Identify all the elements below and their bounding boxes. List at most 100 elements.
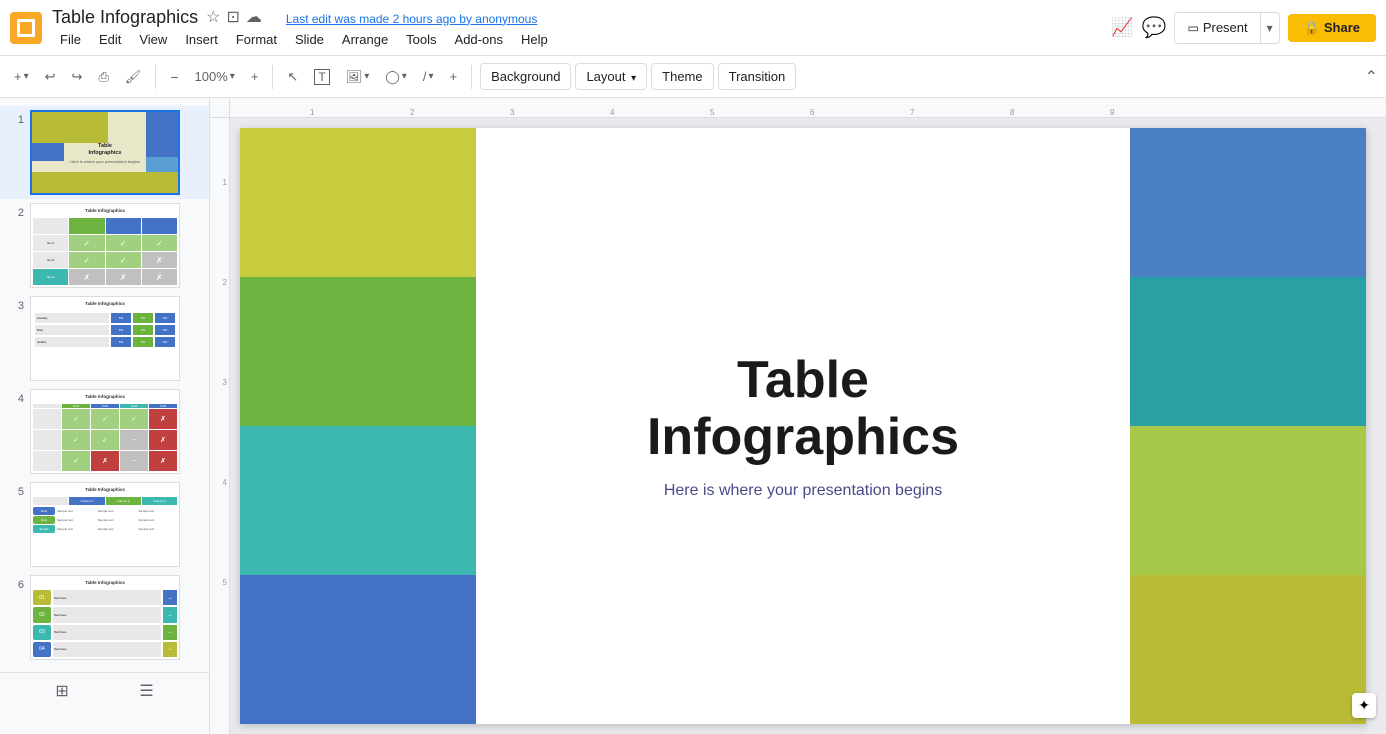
canvas-area: 1 2 3 4 5 6 7 8 9 1 2 3 4 5 <box>210 98 1386 734</box>
ruler-mark-7: 7 <box>910 108 914 117</box>
menu-file[interactable]: File <box>52 30 89 49</box>
color-block-teal <box>240 426 476 575</box>
background-button[interactable]: Background <box>480 63 571 90</box>
color-block-yellow-green <box>240 128 476 277</box>
slide-item-3[interactable]: 3 Table Infographics Literacy 5% 5% 5% R… <box>0 292 209 385</box>
comment-tool[interactable]: + <box>443 65 463 88</box>
app-icon-inner <box>17 19 35 37</box>
top-right-actions: 📈 💬 ▭ Present ▾ 🔒 Share <box>1111 12 1376 44</box>
slide-center: Table Infographics Here is where your pr… <box>476 128 1129 724</box>
ruler-mark-5: 5 <box>710 108 714 117</box>
print-button[interactable]: ⎙ <box>92 65 114 89</box>
shape-tool[interactable]: ◯ ▾ <box>379 65 413 89</box>
slide-left-column <box>240 128 476 724</box>
undo-button[interactable]: ↩ <box>39 65 62 89</box>
collapse-btn[interactable]: ⌃ <box>1365 67 1378 87</box>
image-tool[interactable]: 🖼 ▾ <box>340 65 376 89</box>
menu-format[interactable]: Format <box>228 30 285 49</box>
trend-icon[interactable]: 📈 <box>1111 17 1133 38</box>
slide-item-1[interactable]: 1 TableInfographics Here is where your p… <box>0 106 209 199</box>
line-icon: / <box>423 69 427 84</box>
paint-icon: 🖌 <box>125 69 142 85</box>
slide-num-3: 3 <box>8 296 24 312</box>
redo-button[interactable]: ↪ <box>66 65 89 89</box>
slide-item-2[interactable]: 2 Table Infographics Item1 ✓ ✓ ✓ Item2 ✓… <box>0 199 209 292</box>
slide-num-4: 4 <box>8 389 24 405</box>
color-block-green <box>240 277 476 426</box>
shape-icon: ◯ <box>385 69 400 85</box>
slide-item-4[interactable]: 4 Table Infographics Col1 Col2 Col3 Col4… <box>0 385 209 478</box>
menu-slide[interactable]: Slide <box>287 30 332 49</box>
color-block-light-green <box>1130 426 1366 575</box>
paint-button[interactable]: 🖌 <box>119 65 148 89</box>
slide-num-5: 5 <box>8 482 24 498</box>
text-icon: T <box>314 69 329 85</box>
image-icon: 🖼 <box>346 69 363 85</box>
slide-panel: 1 TableInfographics Here is where your p… <box>0 98 210 734</box>
zoom-out-icon: − <box>170 69 178 85</box>
menu-insert[interactable]: Insert <box>177 30 226 49</box>
slide-thumb-2: Table Infographics Item1 ✓ ✓ ✓ Item2 ✓ ✓… <box>30 203 180 288</box>
color-block-blue <box>240 575 476 724</box>
list-view-icon[interactable]: ☰ <box>139 681 153 701</box>
menu-help[interactable]: Help <box>513 30 556 49</box>
slide-nav-bottom: ⊞ ☰ <box>0 672 209 708</box>
zoom-value[interactable]: 100% ▾ <box>189 65 241 88</box>
transition-button[interactable]: Transition <box>718 63 797 90</box>
share-button[interactable]: 🔒 Share <box>1288 14 1376 42</box>
folder-icon[interactable]: ⊡ <box>226 7 239 27</box>
slide-item-5[interactable]: 5 Table Infographics Column 1 Column 2 C… <box>0 478 209 571</box>
slide-item-6[interactable]: 6 Table Infographics 01 Text here → 02 T… <box>0 571 209 664</box>
ruler-mark-4: 4 <box>610 108 614 117</box>
doc-title[interactable]: Table Infographics <box>52 7 198 28</box>
present-main[interactable]: ▭ Present <box>1175 13 1260 43</box>
ruler-top: 1 2 3 4 5 6 7 8 9 <box>230 98 1386 118</box>
add-button[interactable]: + ▾ <box>8 65 35 88</box>
text-tool[interactable]: T <box>308 65 335 89</box>
ruler-mark-8: 8 <box>1010 108 1014 117</box>
theme-button[interactable]: Theme <box>651 63 713 90</box>
zoom-control[interactable]: − <box>164 65 184 89</box>
slide-thumb-6: Table Infographics 01 Text here → 02 Tex… <box>30 575 180 660</box>
color-block-olive <box>1130 575 1366 724</box>
layout-label: Layout <box>586 69 625 84</box>
menu-view[interactable]: View <box>131 30 175 49</box>
menu-bar: File Edit View Insert Format Slide Arran… <box>52 30 1111 49</box>
grid-view-icon[interactable]: ⊞ <box>55 681 68 701</box>
slide-right-column <box>1130 128 1366 724</box>
toolbar: + ▾ ↩ ↪ ⎙ 🖌 − 100% ▾ + ↖ T 🖼 ▾ ◯ ▾ / ▾ + <box>0 56 1386 98</box>
slide-thumb-4: Table Infographics Col1 Col2 Col3 Col4 ✓… <box>30 389 180 474</box>
ruler-mark-v5: 5 <box>223 578 227 587</box>
image-arrow: ▾ <box>364 71 369 82</box>
add-arrow: ▾ <box>24 71 29 82</box>
ruler-mark-2: 2 <box>410 108 414 117</box>
zoom-in-button[interactable]: + <box>245 65 265 88</box>
line-tool[interactable]: / ▾ <box>417 65 440 88</box>
present-button[interactable]: ▭ Present ▾ <box>1174 12 1279 44</box>
color-block-dark-teal <box>1130 277 1366 426</box>
layout-control[interactable]: Layout ▾ <box>575 63 647 90</box>
print-icon: ⎙ <box>98 69 108 85</box>
last-edit: Last edit was made 2 hours ago by anonym… <box>286 12 537 28</box>
star-icon[interactable]: ☆ <box>206 7 220 27</box>
title-icons: ☆ ⊡ ☁ <box>206 7 262 27</box>
present-arrow[interactable]: ▾ <box>1261 13 1279 43</box>
menu-arrange[interactable]: Arrange <box>334 30 396 49</box>
title-area: Table Infographics ☆ ⊡ ☁ Last edit was m… <box>52 7 1111 49</box>
ruler-mark-v3: 3 <box>223 378 227 387</box>
layout-button[interactable]: Layout ▾ <box>575 63 647 90</box>
menu-addons[interactable]: Add-ons <box>447 30 511 49</box>
main-area: 1 TableInfographics Here is where your p… <box>0 98 1386 734</box>
zoom-label: 100% <box>195 69 228 84</box>
zoom-to-fit-button[interactable]: ✦ <box>1352 693 1376 718</box>
slide-thumb-3: Table Infographics Literacy 5% 5% 5% Ric… <box>30 296 180 381</box>
slide-num-1: 1 <box>8 110 24 126</box>
cloud-icon[interactable]: ☁ <box>246 7 262 27</box>
title-row: Table Infographics ☆ ⊡ ☁ Last edit was m… <box>52 7 1111 28</box>
ruler-left: 1 2 3 4 5 <box>210 118 230 734</box>
comment-icon[interactable]: 💬 <box>1142 15 1167 40</box>
ruler-mark-1: 1 <box>310 108 314 117</box>
menu-edit[interactable]: Edit <box>91 30 129 49</box>
cursor-tool[interactable]: ↖ <box>281 65 304 89</box>
menu-tools[interactable]: Tools <box>398 30 444 49</box>
